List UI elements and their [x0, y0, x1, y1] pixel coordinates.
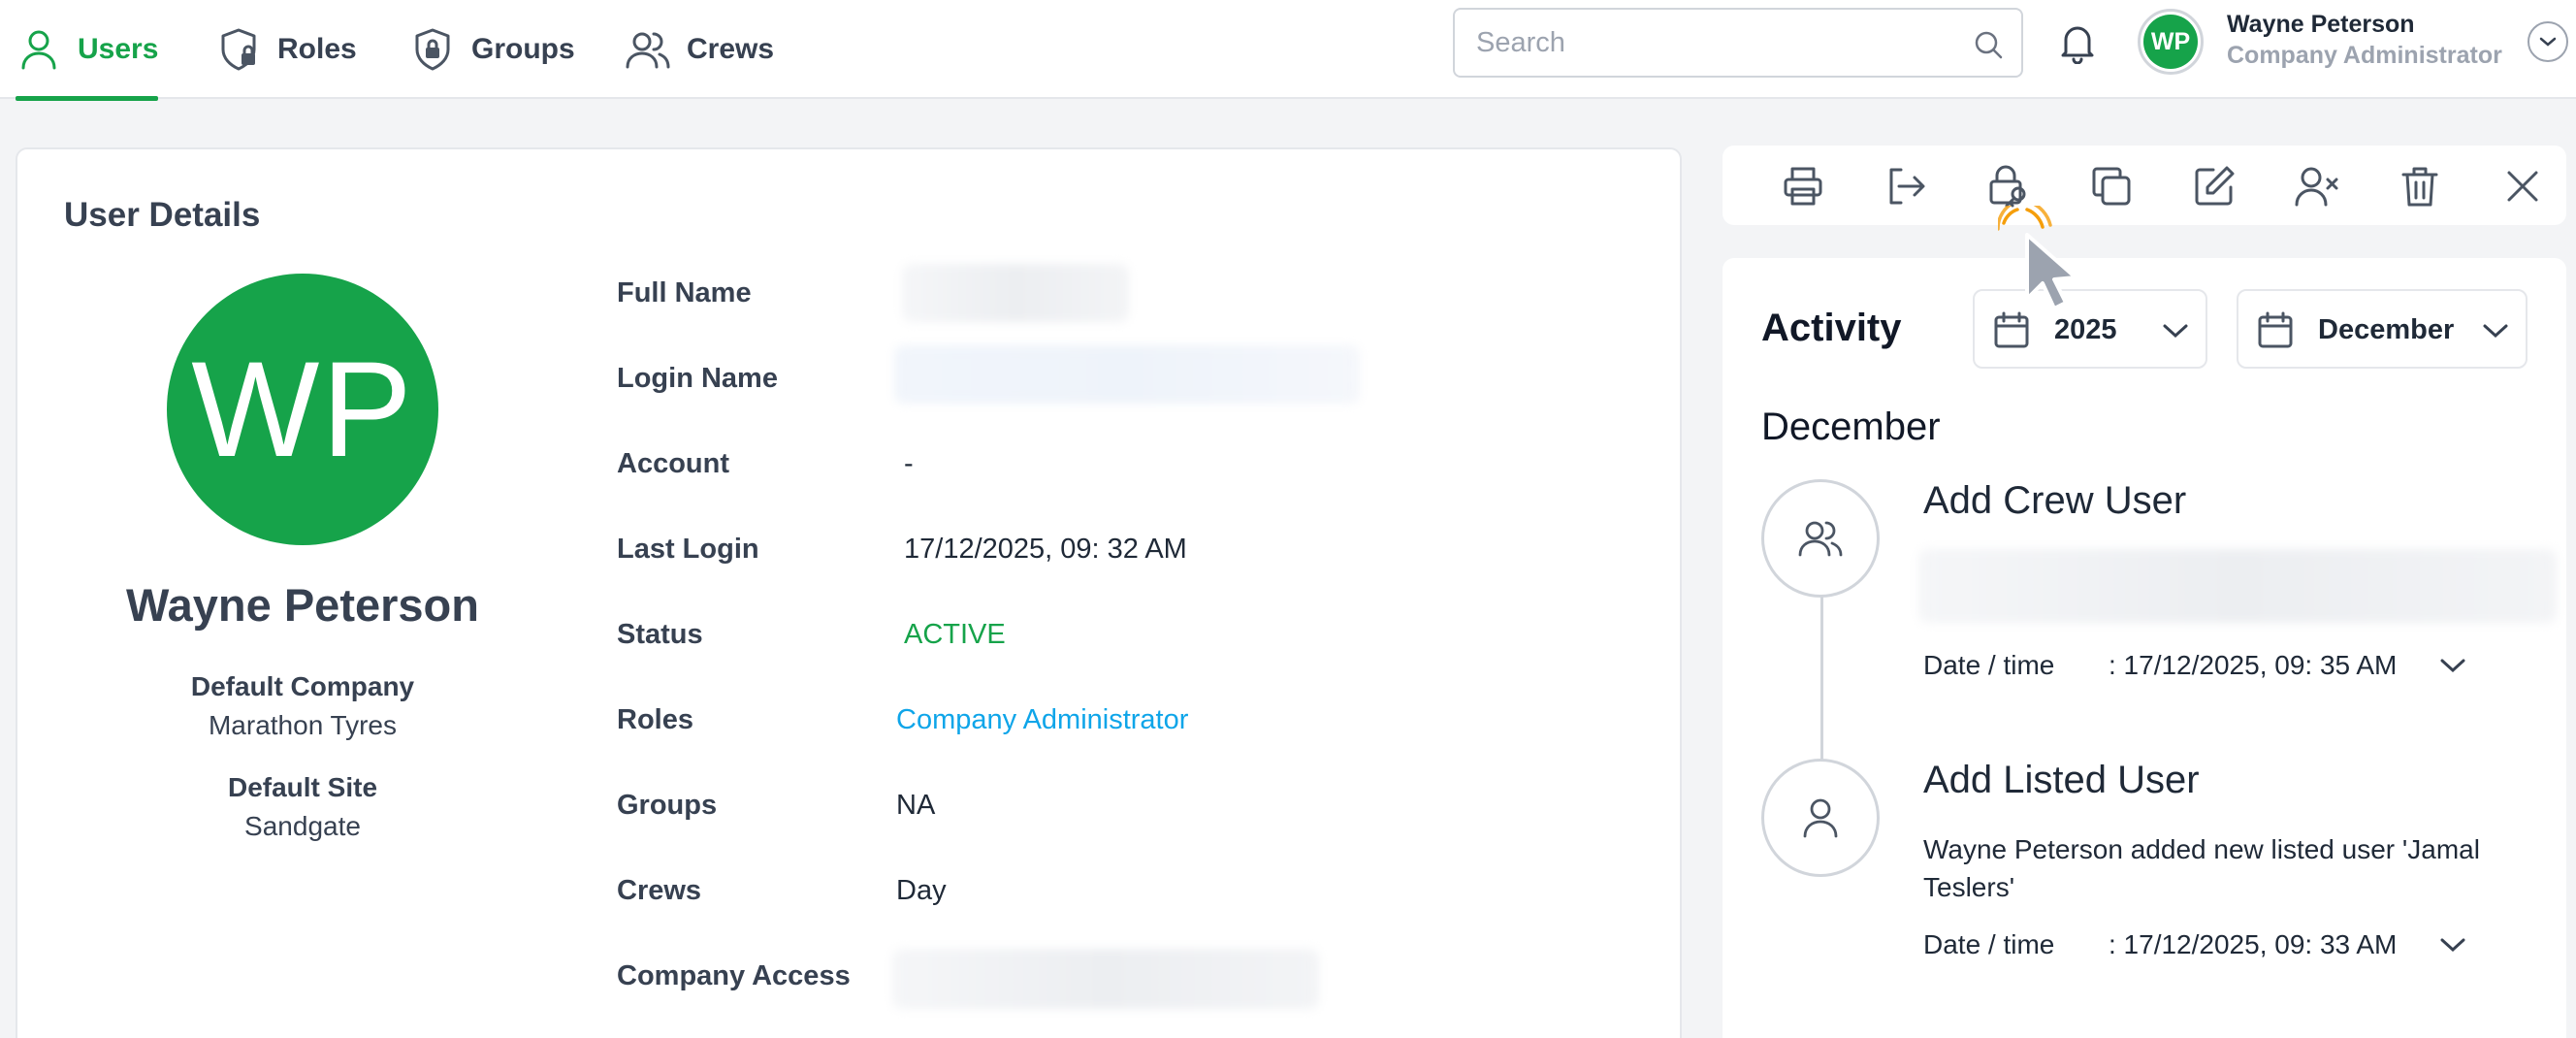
- chevron-down-icon: [2163, 324, 2188, 339]
- crews-value: Day: [896, 875, 947, 906]
- activity-entry-date-label: Date / time: [1923, 929, 2055, 959]
- chevron-down-icon: [2539, 37, 2557, 47]
- month-value: December: [2318, 314, 2455, 345]
- bell-icon[interactable]: [2058, 21, 2097, 64]
- activity-card: Activity 2025 December December Add Crew…: [1723, 258, 2566, 1038]
- remove-user-icon: [2295, 167, 2338, 207]
- delete-button[interactable]: [2398, 164, 2442, 209]
- full-name-label: Full Name: [617, 277, 752, 308]
- current-user-name: Wayne Peterson: [2227, 11, 2415, 38]
- activity-entry-description-redacted: [1918, 549, 2557, 623]
- chevron-down-icon: [2483, 324, 2508, 339]
- login-name-value-redacted: [894, 345, 1360, 404]
- user-menu-button[interactable]: [2528, 21, 2568, 62]
- tab-groups-label: Groups: [471, 33, 575, 65]
- crews-label: Crews: [617, 875, 702, 906]
- close-icon: [2507, 171, 2538, 202]
- edit-icon: [2195, 166, 2235, 206]
- search-box: [1453, 8, 2023, 78]
- last-login-label: Last Login: [617, 534, 759, 565]
- avatar[interactable]: WP: [2138, 9, 2204, 75]
- users-icon: [626, 32, 670, 69]
- current-user-role: Company Administrator: [2227, 42, 2502, 69]
- search-input[interactable]: [1476, 21, 1942, 64]
- year-value: 2025: [2054, 314, 2117, 345]
- timeline-connector: [1820, 596, 1823, 768]
- activity-entry-date-value: : 17/12/2025, 09: 35 AM: [2109, 650, 2398, 680]
- account-value: -: [904, 448, 914, 479]
- activity-entry-title: Add Listed User: [1923, 759, 2200, 801]
- chevron-down-icon[interactable]: [2438, 654, 2467, 677]
- default-company-label: Default Company: [190, 671, 415, 701]
- reset-password-button[interactable]: [1986, 164, 2031, 209]
- month-heading: December: [1761, 405, 1941, 448]
- remove-user-button[interactable]: [2295, 164, 2339, 209]
- profile-name: Wayne Peterson: [126, 579, 479, 631]
- tab-roles[interactable]: Roles: [215, 0, 357, 99]
- print-button[interactable]: [1781, 164, 1825, 209]
- tab-crews-label: Crews: [687, 33, 775, 65]
- groups-label: Groups: [617, 790, 718, 821]
- trash-icon: [2401, 167, 2438, 207]
- profile-avatar: WP: [167, 274, 438, 545]
- login-name-label: Login Name: [617, 363, 778, 394]
- tab-users-label: Users: [78, 33, 159, 65]
- timeline-icon-circle: [1761, 479, 1880, 598]
- logout-icon: [1889, 168, 1925, 205]
- search-icon[interactable]: [1973, 29, 2004, 60]
- logout-button[interactable]: [1884, 164, 1928, 209]
- activity-title: Activity: [1761, 307, 1902, 349]
- tab-crews[interactable]: Crews: [625, 0, 774, 99]
- shield-lock-icon: [221, 28, 256, 71]
- user-icon: [1803, 798, 1838, 838]
- tab-groups[interactable]: Groups: [409, 0, 575, 99]
- default-site-label: Default Site: [227, 772, 378, 802]
- edit-button[interactable]: [2192, 164, 2237, 209]
- users-icon: [1798, 521, 1843, 557]
- timeline-icon-circle: [1761, 759, 1880, 877]
- user-details-card: User Details WP Wayne Peterson Default C…: [16, 147, 1682, 1038]
- activity-entry-date-label: Date / time: [1923, 650, 2055, 680]
- calendar-icon: [2258, 311, 2293, 348]
- status-badge: ACTIVE: [904, 619, 1006, 650]
- account-label: Account: [617, 448, 729, 479]
- tab-roles-label: Roles: [277, 33, 357, 65]
- lock-key-icon: [1989, 165, 2026, 208]
- tab-users[interactable]: Users: [16, 0, 159, 101]
- shield-group-icon: [415, 28, 450, 71]
- roles-link[interactable]: Company Administrator: [896, 704, 1188, 736]
- chevron-down-icon[interactable]: [2438, 933, 2467, 957]
- month-select[interactable]: December: [2237, 289, 2528, 369]
- card-title: User Details: [64, 196, 261, 234]
- last-login-value: 17/12/2025, 09: 32 AM: [904, 534, 1187, 565]
- activity-entry-title: Add Crew User: [1923, 479, 2187, 522]
- full-name-value-redacted: [902, 264, 1129, 322]
- roles-label: Roles: [617, 704, 693, 735]
- company-access-label: Company Access: [617, 960, 851, 991]
- company-access-value-redacted: [892, 949, 1319, 1009]
- close-button[interactable]: [2500, 164, 2545, 209]
- activity-entry-date-value: : 17/12/2025, 09: 33 AM: [2109, 929, 2398, 959]
- groups-value: NA: [896, 790, 936, 821]
- activity-entry-description: Wayne Peterson added new listed user 'Ja…: [1923, 834, 2480, 902]
- status-label: Status: [617, 619, 703, 650]
- default-site-value: Sandgate: [244, 811, 361, 841]
- copy-button[interactable]: [2089, 164, 2134, 209]
- print-icon: [1784, 167, 1822, 206]
- calendar-icon: [1994, 311, 2029, 348]
- copy-icon: [2092, 167, 2131, 206]
- avatar-initials: WP: [2143, 15, 2198, 69]
- top-navigation-bar: Users Roles Groups Crews WP: [0, 0, 2576, 101]
- user-actions-toolbar: [1723, 146, 2566, 225]
- user-icon: [21, 30, 56, 70]
- default-company-value: Marathon Tyres: [208, 710, 398, 740]
- year-select[interactable]: 2025: [1973, 289, 2207, 369]
